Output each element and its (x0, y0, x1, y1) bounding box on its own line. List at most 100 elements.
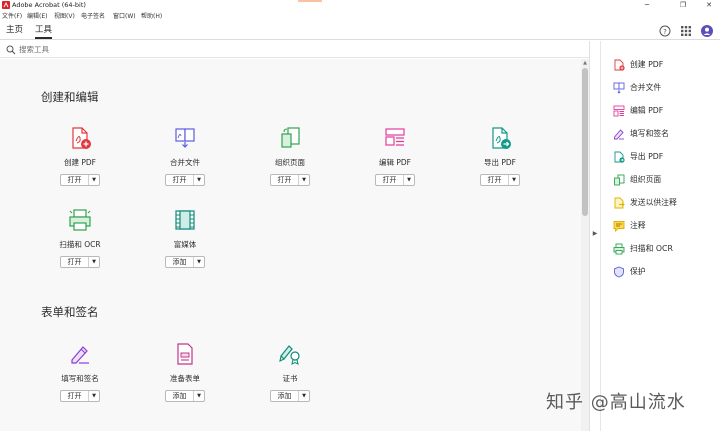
tool-name: 合并文件 (170, 158, 200, 167)
create-pdf-icon (72, 127, 91, 149)
chevron-down-icon[interactable]: ▼ (508, 175, 519, 185)
export-pdf-icon (614, 151, 625, 163)
panel-item-fill-sign[interactable]: 填写和签名 (611, 125, 719, 143)
panel-item-scan-ocr[interactable]: 扫描和 OCR (611, 240, 719, 258)
panel-item-label: 创建 PDF (630, 60, 664, 69)
open-button[interactable]: 打开 ▼ (375, 174, 415, 186)
open-button[interactable]: 打开 ▼ (165, 174, 205, 186)
scrollbar-thumb[interactable] (582, 68, 588, 216)
panel-item-label: 合并文件 (630, 83, 662, 92)
tool-name: 导出 PDF (484, 158, 516, 167)
combine-files-icon (613, 82, 625, 94)
chevron-down-icon[interactable]: ▼ (193, 257, 204, 267)
fill-sign-icon (614, 129, 624, 140)
chevron-down-icon[interactable]: ▼ (193, 391, 204, 401)
button-label: 添加 (172, 392, 187, 400)
tab-bar: 主页 工具 ? (0, 22, 720, 40)
menu-view[interactable]: 视图(V) (54, 12, 75, 21)
panel-item-protect[interactable]: 保护 (611, 263, 719, 281)
panel-item-combine-files[interactable]: 合并文件 (611, 79, 719, 97)
acrobat-logo-icon (2, 1, 10, 9)
tab-tools[interactable]: 工具 (35, 24, 53, 39)
button-label: 打开 (67, 392, 82, 400)
apps-grid-icon[interactable] (680, 25, 692, 37)
tool-name: 准备表单 (170, 374, 200, 383)
chevron-down-icon[interactable]: ▼ (88, 391, 99, 401)
panel-item-comment[interactable]: 注释 (611, 217, 719, 235)
chevron-down-icon[interactable]: ▼ (298, 391, 309, 401)
title-bar: Adobe Acrobat (64-bit) ─ ❐ ✕ (0, 0, 720, 11)
tool-name: 编辑 PDF (379, 158, 411, 167)
search-input[interactable] (19, 43, 219, 56)
tab-home[interactable]: 主页 (6, 24, 23, 37)
button-label: 添加 (172, 258, 187, 266)
export-pdf-icon (492, 127, 511, 149)
panel-item-edit-pdf[interactable]: 编辑 PDF (611, 102, 719, 120)
open-button[interactable]: 打开 ▼ (480, 174, 520, 186)
tools-main-area: 创建和编辑 创建 PDF 打开 ▼ 合并文件 打开 ▼ 组织页面 打开 ▼ 编辑 PD… (0, 59, 581, 431)
panel-item-label: 导出 PDF (630, 152, 664, 161)
window-title: Adobe Acrobat (64-bit) (12, 1, 86, 9)
send-comments-icon (614, 197, 625, 209)
chevron-down-icon[interactable]: ▼ (88, 175, 99, 185)
tool-name: 证书 (282, 374, 298, 383)
tool-name: 富媒体 (173, 240, 197, 249)
open-button[interactable]: 打开 ▼ (60, 174, 100, 186)
button-label: 打开 (172, 176, 187, 184)
minimize-button[interactable]: ─ (632, 0, 662, 11)
chevron-down-icon[interactable]: ▼ (193, 175, 204, 185)
organize-pages-icon (614, 174, 625, 186)
add-button[interactable]: 添加 ▼ (165, 256, 205, 268)
close-button[interactable]: ✕ (694, 0, 720, 11)
section-title-forms-signatures: 表单和签名 (41, 305, 99, 319)
menu-help[interactable]: 帮助(H) (141, 12, 162, 21)
panel-item-create-pdf[interactable]: 创建 PDF (611, 56, 719, 74)
tool-name: 填写和签名 (61, 374, 99, 383)
fill-sign-icon (71, 346, 89, 364)
prepare-form-icon (177, 343, 193, 365)
help-icon[interactable]: ? (659, 25, 671, 37)
tool-name: 扫描和 OCR (59, 240, 101, 249)
menu-bar: 文件(F) 编辑(E) 视图(V) 电子签名 窗口(W) 帮助(H) (0, 11, 720, 22)
scan-ocr-icon (69, 209, 91, 231)
section-title-create-edit: 创建和编辑 (41, 90, 99, 104)
tool-card-combine-files: 合并文件 打开 ▼ (145, 126, 225, 186)
main-scrollbar[interactable]: ▲ (581, 59, 589, 431)
tool-card-fill-sign: 填写和签名 打开 ▼ (40, 342, 120, 402)
menu-file[interactable]: 文件(F) (2, 12, 22, 21)
panel-item-export-pdf[interactable]: 导出 PDF (611, 148, 719, 166)
protect-icon (614, 266, 624, 278)
button-label: 打开 (487, 176, 502, 184)
rich-media-icon (175, 210, 195, 230)
menu-window[interactable]: 窗口(W) (113, 12, 136, 21)
menu-esign[interactable]: 电子签名 (81, 12, 105, 21)
svg-text:?: ? (663, 28, 667, 36)
tool-name: 创建 PDF (64, 158, 96, 167)
watermark: 知乎 @高山流水 (546, 392, 686, 413)
add-button[interactable]: 添加 ▼ (165, 390, 205, 402)
panel-item-send-comments[interactable]: 发送以供注释 (611, 194, 719, 212)
open-button[interactable]: 打开 ▼ (270, 174, 310, 186)
button-label: 添加 (277, 392, 292, 400)
collapse-panel-arrow-icon[interactable]: ▶ (590, 228, 600, 240)
scan-ocr-icon (613, 243, 625, 255)
panel-item-organize-pages[interactable]: 组织页面 (611, 171, 719, 189)
open-button[interactable]: 打开 ▼ (60, 390, 100, 402)
scroll-up-arrow-icon[interactable]: ▲ (582, 60, 588, 66)
certificate-icon (279, 345, 300, 365)
search-icon (6, 45, 16, 55)
tool-card-rich-media: 富媒体 添加 ▼ (145, 208, 225, 268)
tool-search-bar (0, 41, 590, 58)
edit-pdf-icon (613, 105, 625, 117)
chevron-down-icon[interactable]: ▼ (403, 175, 414, 185)
panel-item-label: 扫描和 OCR (630, 244, 673, 253)
add-button[interactable]: 添加 ▼ (270, 390, 310, 402)
menu-edit[interactable]: 编辑(E) (27, 12, 47, 21)
avatar[interactable] (701, 25, 713, 37)
open-button[interactable]: 打开 ▼ (60, 256, 100, 268)
chevron-down-icon[interactable]: ▼ (88, 257, 99, 267)
create-pdf-icon (614, 59, 625, 71)
combine-files-icon (175, 128, 195, 148)
tool-card-prepare-form: 准备表单 添加 ▼ (145, 342, 225, 402)
chevron-down-icon[interactable]: ▼ (298, 175, 309, 185)
